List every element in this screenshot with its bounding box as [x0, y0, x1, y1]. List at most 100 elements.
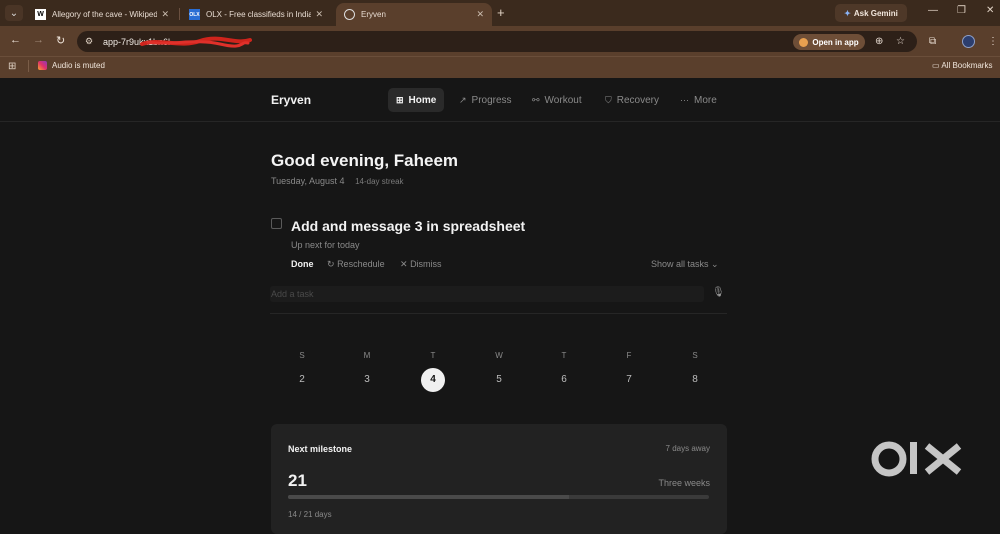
top-nav: Eryven ⊞ Home ↗ Progress ⚯ Workout ⛉ Rec… [0, 78, 1000, 122]
instagram-icon [38, 61, 47, 70]
chevron-down-icon: ⌄ [711, 259, 719, 269]
task-title: Add and message 3 in spreadsheet [291, 218, 526, 234]
globe-icon [344, 9, 355, 20]
folder-icon: ▭ [932, 61, 940, 70]
wikipedia-favicon-icon: W [35, 9, 46, 20]
nav-label: Workout [544, 94, 582, 106]
greeting-heading: Good evening, Faheem [271, 151, 459, 170]
current-date: Tuesday, August 4 [271, 176, 345, 186]
milestone-days-away: 7 days away [665, 444, 710, 453]
olx-favicon-icon: OLX [189, 9, 200, 20]
date-line: Tuesday, August 4 14-day streak [271, 176, 404, 186]
refresh-icon: ↻ [327, 259, 335, 269]
day-date[interactable]: 7 [617, 368, 641, 392]
profile-avatar[interactable] [962, 35, 975, 48]
all-bookmarks-label: All Bookmarks [941, 61, 993, 70]
ask-gemini-button[interactable]: ✦ Ask Gemini [835, 4, 907, 22]
milestone-progress-count: 14 / 21 days [288, 510, 332, 519]
task-subtitle: Up next for today [291, 240, 360, 250]
weekday-label: T [561, 351, 567, 360]
milestone-card: Next milestone 7 days away 21 Three week… [271, 424, 727, 534]
day-date[interactable]: 5 [487, 368, 511, 392]
day-date[interactable]: 2 [290, 368, 314, 392]
all-bookmarks[interactable]: ▭ All Bookmarks [932, 61, 992, 70]
back-arrow-icon[interactable]: ← [10, 34, 21, 46]
reschedule-button[interactable]: ↻ Reschedule [327, 259, 385, 270]
nav-label: Home [408, 94, 437, 106]
microphone-icon[interactable]: 🎙 [712, 287, 725, 298]
bookmarks-bar [0, 56, 1000, 78]
zoom-icon[interactable]: ⊕ [875, 36, 883, 47]
site-info-icon[interactable]: ⚙ [85, 36, 93, 47]
tab-wikipedia[interactable]: W Allegory of the cave - Wikipedia ✕ [27, 3, 177, 26]
window-close-icon[interactable]: ✕ [986, 5, 994, 16]
close-icon[interactable]: ✕ [315, 9, 323, 20]
tab-title: OLX - Free classifieds in India, B [206, 10, 311, 19]
nav-workout[interactable]: ⚯ Workout [524, 88, 590, 112]
trend-icon: ↗ [459, 94, 467, 105]
day-date[interactable]: 3 [355, 368, 379, 392]
olx-watermark-logo [871, 441, 962, 477]
minimize-icon[interactable]: — [928, 5, 938, 16]
reschedule-label: Reschedule [337, 259, 385, 269]
milestone-progress-bar [288, 495, 709, 499]
streak-badge: 14-day streak [355, 177, 404, 186]
dismiss-label: Dismiss [410, 259, 442, 269]
tab-strip: ⌄ W Allegory of the cave - Wikipedia ✕ O… [0, 0, 1000, 26]
day-date[interactable]: 6 [552, 368, 576, 392]
tab-title: Eryven [361, 10, 386, 19]
more-icon: ··· [680, 95, 689, 105]
weekday-label: F [626, 351, 632, 360]
weekday-label: W [495, 351, 503, 360]
reload-icon[interactable]: ↻ [56, 34, 65, 47]
day-date-today[interactable]: 4 [421, 368, 445, 392]
bookmark-label: Audio is muted [52, 61, 105, 70]
sparkle-icon: ✦ [844, 8, 851, 18]
new-tab-plus-icon[interactable]: + [497, 5, 505, 20]
tab-search-button[interactable]: ⌄ [5, 5, 23, 21]
show-all-label: Show all tasks [651, 259, 709, 269]
close-icon[interactable]: ✕ [476, 9, 484, 20]
maximize-icon[interactable]: ❐ [957, 5, 966, 16]
chevron-down-icon: ⌄ [9, 7, 19, 19]
open-in-app-label: Open in app [812, 37, 859, 47]
menu-kebab-icon[interactable]: ⋮ [988, 36, 998, 47]
open-in-app-button[interactable]: Open in app [793, 34, 865, 50]
weekday-label: S [299, 351, 305, 360]
app-viewport: Eryven ⊞ Home ↗ Progress ⚯ Workout ⛉ Rec… [0, 78, 1000, 534]
redaction-scribble [140, 36, 252, 48]
milestone-label: Next milestone [288, 444, 353, 454]
grid-icon: ⊞ [396, 94, 404, 105]
weekday-label: S [692, 351, 698, 360]
tab-olx[interactable]: OLX OLX - Free classifieds in India, B ✕ [181, 3, 331, 26]
tab-separator [179, 8, 180, 20]
close-icon: ✕ [400, 259, 408, 269]
apps-grid-icon[interactable]: ⊞ [8, 61, 16, 72]
milestone-progress-fill [288, 495, 569, 499]
show-all-tasks-button[interactable]: Show all tasks ⌄ [651, 259, 719, 270]
bookmark-separator [28, 60, 29, 72]
nav-more[interactable]: ··· More [672, 88, 725, 112]
star-bookmark-icon[interactable]: ☆ [896, 36, 905, 47]
brand-logo[interactable]: Eryven [271, 93, 311, 107]
nav-recovery[interactable]: ⛉ Recovery [597, 88, 667, 112]
ask-gemini-label: Ask Gemini [853, 8, 898, 18]
tab-eryven-active[interactable]: Eryven ✕ [336, 3, 492, 26]
app-icon [799, 37, 809, 47]
extensions-icon[interactable]: ⧉ [929, 36, 936, 47]
tab-title: Allegory of the cave - Wikipedia [52, 10, 157, 19]
milestone-caption: Three weeks [658, 478, 710, 488]
section-divider [270, 313, 727, 314]
nav-label: Progress [471, 94, 512, 106]
task-checkbox[interactable] [271, 218, 282, 229]
bookmark-audio-muted[interactable]: Audio is muted [38, 61, 105, 70]
nav-progress[interactable]: ↗ Progress [451, 88, 520, 112]
day-date[interactable]: 8 [683, 368, 707, 392]
close-icon[interactable]: ✕ [161, 9, 169, 20]
nav-home[interactable]: ⊞ Home [388, 88, 445, 112]
done-button[interactable]: Done [291, 259, 314, 269]
forward-arrow-icon[interactable]: → [33, 34, 44, 46]
dismiss-button[interactable]: ✕ Dismiss [400, 259, 442, 270]
weekday-label: M [363, 351, 371, 360]
add-task-input[interactable] [270, 286, 704, 302]
